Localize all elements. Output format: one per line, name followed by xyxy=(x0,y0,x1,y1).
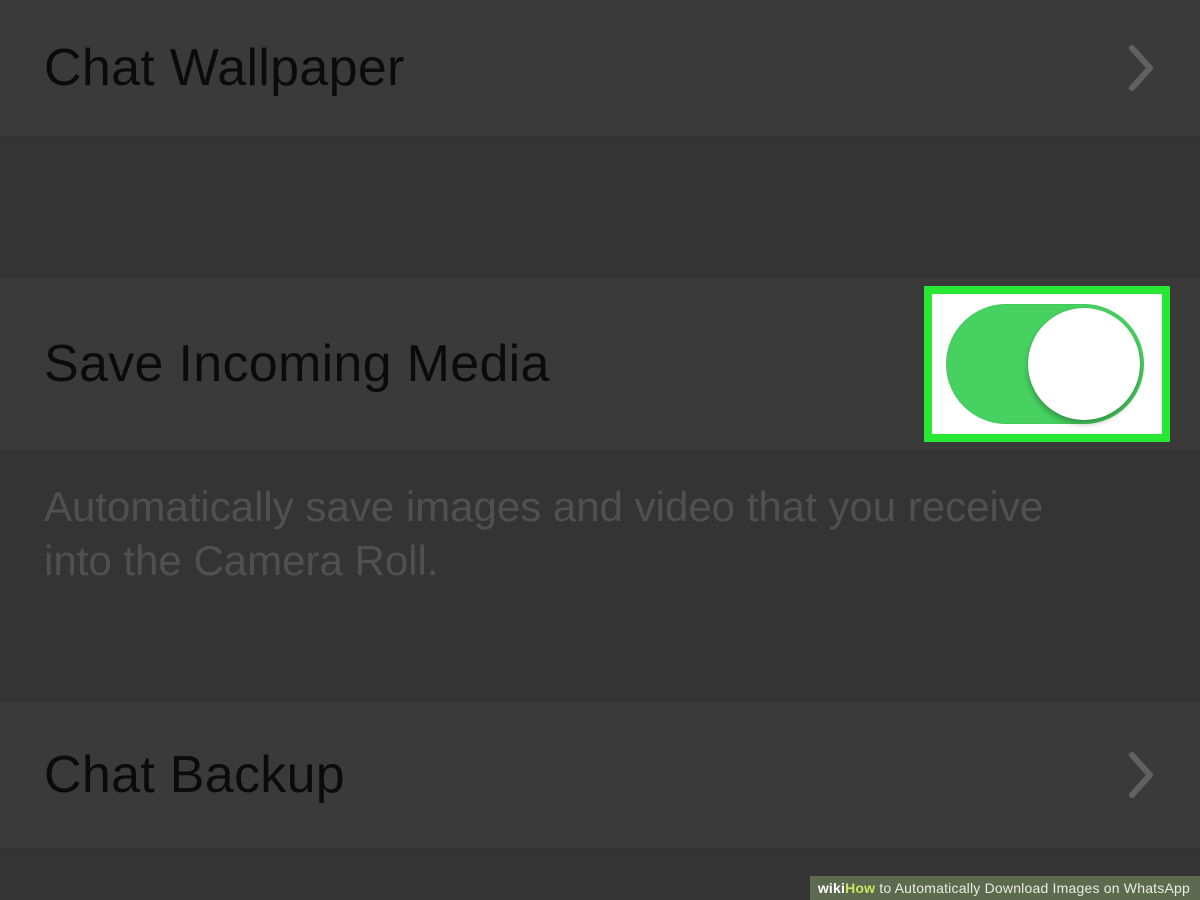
section-gap xyxy=(0,138,1200,276)
toggle-knob xyxy=(1028,308,1140,420)
chat-backup-label: Chat Backup xyxy=(44,745,345,805)
section-gap xyxy=(0,628,1200,700)
chevron-right-icon xyxy=(1128,751,1156,799)
footer-wiki: wiki xyxy=(818,880,845,896)
settings-row-save-incoming-media[interactable]: Save Incoming Media xyxy=(0,276,1200,452)
footer-caption: wikiHow to Automatically Download Images… xyxy=(810,876,1200,900)
chevron-right-icon xyxy=(1128,44,1156,92)
settings-row-chat-backup[interactable]: Chat Backup xyxy=(0,700,1200,850)
save-incoming-media-toggle[interactable] xyxy=(946,304,1144,424)
save-incoming-media-description-block: Automatically save images and video that… xyxy=(0,452,1200,628)
chat-wallpaper-label: Chat Wallpaper xyxy=(44,38,405,98)
toggle-highlight-box xyxy=(924,286,1170,442)
footer-how: How xyxy=(845,880,875,896)
save-incoming-media-description: Automatically save images and video that… xyxy=(44,480,1094,588)
save-incoming-media-label: Save Incoming Media xyxy=(44,334,550,394)
footer-title: to Automatically Download Images on What… xyxy=(879,880,1190,896)
settings-row-chat-wallpaper[interactable]: Chat Wallpaper xyxy=(0,0,1200,138)
